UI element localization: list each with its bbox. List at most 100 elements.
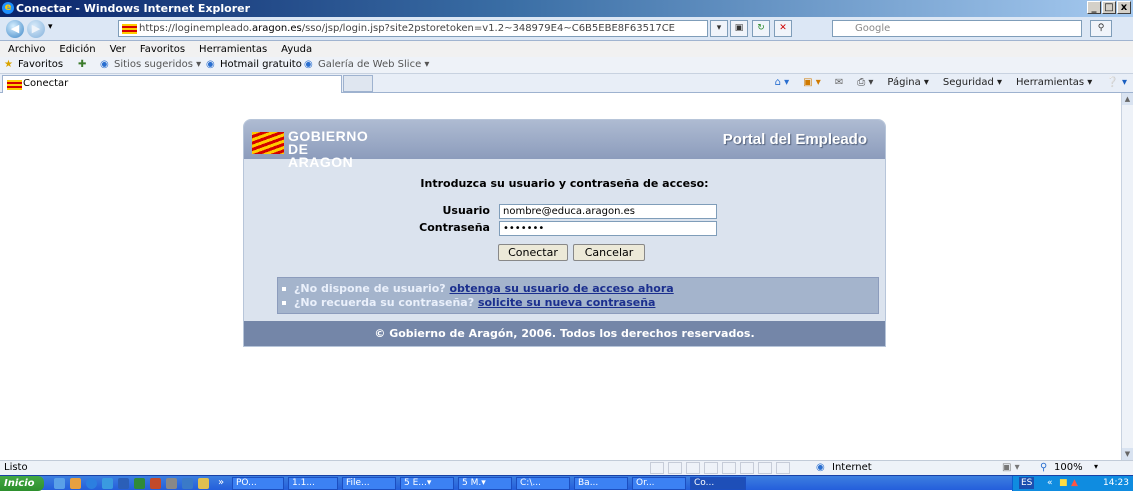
tools-menu[interactable]: Herramientas ▾ <box>1016 77 1092 88</box>
navigation-bar: ◀ ▶ ▾ https://loginempleado.aragon.es/ss… <box>0 17 1133 41</box>
new-tab-button[interactable] <box>343 75 373 92</box>
history-dropdown-icon[interactable]: ▾ <box>48 22 53 32</box>
home-icon[interactable]: ⌂ ▾ <box>775 77 790 88</box>
task-button[interactable]: 1.1... <box>288 477 338 490</box>
status-text: Listo <box>4 462 28 473</box>
zoom-dropdown-icon[interactable]: ▾ <box>1094 462 1098 471</box>
menu-archivo[interactable]: Archivo <box>8 44 45 55</box>
compatibility-icon[interactable]: ▣ <box>730 20 748 37</box>
page-content: GOBIERNO DE ARAGON Portal del Empleado I… <box>0 93 1121 460</box>
feeds-icon[interactable]: ▣ ▾ <box>803 77 821 88</box>
maximize-button[interactable]: □ <box>1102 1 1116 14</box>
stop-icon[interactable]: ✕ <box>774 20 792 37</box>
web-slice-gallery-link[interactable]: Galería de Web Slice ▾ <box>318 59 429 70</box>
suggested-sites-link[interactable]: Sitios sugeridos ▾ <box>114 59 201 70</box>
tray-expand-icon[interactable]: « <box>1047 476 1053 491</box>
search-icon[interactable]: ⚲ <box>1090 20 1112 37</box>
internet-zone-icon: ◉ <box>816 462 825 473</box>
tray-icon[interactable]: ■ <box>1059 476 1068 491</box>
menu-favoritos[interactable]: Favoritos <box>140 44 185 55</box>
quicklaunch-more-icon[interactable]: » <box>218 477 224 488</box>
address-bar[interactable]: https://loginempleado.aragon.es/sso/jsp/… <box>118 20 708 37</box>
get-user-link[interactable]: obtenga su usuario de acceso ahora <box>450 282 674 295</box>
login-prompt: Introduzca su usuario y contraseña de ac… <box>420 177 709 190</box>
logo-line-2: DE ARAGON <box>288 141 354 170</box>
panel-footer: © Gobierno de Aragón, 2006. Todos los de… <box>244 321 885 346</box>
status-segment <box>668 462 682 474</box>
task-button[interactable]: 5 M.▾ <box>458 477 512 490</box>
quicklaunch-icon[interactable] <box>166 478 177 489</box>
zoom-level[interactable]: 100% <box>1054 462 1083 473</box>
ie-logo-icon: e <box>2 2 14 14</box>
favorites-star-icon: ★ <box>4 59 13 70</box>
print-icon[interactable]: ⎙ ▾ <box>857 77 873 88</box>
protected-mode-icon[interactable]: ▣ ▾ <box>1002 462 1020 473</box>
quicklaunch-icon[interactable] <box>70 478 81 489</box>
hotmail-icon: ◉ <box>206 59 215 70</box>
vertical-scrollbar[interactable]: ▲ ▼ <box>1121 93 1133 460</box>
start-button[interactable]: Inicio <box>0 476 44 491</box>
security-menu[interactable]: Seguridad ▾ <box>943 77 1002 88</box>
word-quicklaunch-icon[interactable] <box>118 478 129 489</box>
request-password-link[interactable]: solicite su nueva contraseña <box>478 296 656 309</box>
task-button[interactable]: 5 E...▾ <box>400 477 454 490</box>
password-input[interactable]: ••••••• <box>499 221 717 236</box>
tab-conectar[interactable]: Conectar <box>2 75 342 93</box>
address-dropdown-icon[interactable]: ▾ <box>710 20 728 37</box>
task-button[interactable]: Ba... <box>574 477 628 490</box>
add-favorite-icon[interactable]: ✚ <box>78 59 86 70</box>
cancel-button[interactable]: Cancelar <box>573 244 645 261</box>
task-button[interactable]: PO... <box>232 477 284 490</box>
password-label: Contraseña <box>419 221 490 234</box>
task-button[interactable]: C:\... <box>516 477 570 490</box>
user-input[interactable] <box>499 204 717 219</box>
bullet-icon <box>282 301 286 305</box>
taskbar: Inicio » PO... 1.1... File... 5 E...▾ 5 … <box>0 475 1133 491</box>
panel-header: GOBIERNO DE ARAGON Portal del Empleado <box>244 120 885 169</box>
scroll-down-icon[interactable]: ▼ <box>1122 448 1133 460</box>
no-user-text: ¿No dispone de usuario? <box>294 282 446 295</box>
task-button[interactable]: Or... <box>632 477 686 490</box>
connect-button[interactable]: Conectar <box>498 244 568 261</box>
powerpoint-quicklaunch-icon[interactable] <box>150 478 161 489</box>
mail-icon[interactable]: ✉ <box>835 77 843 88</box>
menu-edicion[interactable]: Edición <box>59 44 95 55</box>
url-domain: aragon.es <box>251 23 302 34</box>
window-title: Conectar - Windows Internet Explorer <box>16 2 251 15</box>
scroll-up-icon[interactable]: ▲ <box>1122 93 1133 105</box>
close-button[interactable]: x <box>1117 1 1131 14</box>
help-icon[interactable]: ❔ ▾ <box>1106 77 1127 88</box>
menu-herramientas[interactable]: Herramientas <box>199 44 267 55</box>
back-icon[interactable]: ◀ <box>6 20 24 38</box>
tab-row: Conectar ⌂ ▾ ▣ ▾ ✉ ⎙ ▾ Página ▾ Segurida… <box>0 74 1133 93</box>
quicklaunch-icon[interactable] <box>86 478 97 489</box>
user-label: Usuario <box>442 204 491 217</box>
hotmail-link[interactable]: Hotmail gratuito <box>220 59 302 70</box>
tray-icon[interactable]: ▲ <box>1071 476 1078 491</box>
web-slice-icon: ◉ <box>304 59 313 70</box>
start-label: Inicio <box>4 478 35 489</box>
help-links-box: ¿No dispone de usuario? obtenga su usuar… <box>277 277 879 314</box>
menu-ayuda[interactable]: Ayuda <box>281 44 312 55</box>
forgot-password-text: ¿No recuerda su contraseña? <box>294 296 475 309</box>
portal-title: Portal del Empleado <box>722 131 867 148</box>
url-prefix: https://loginempleado. <box>139 23 252 34</box>
quicklaunch-icon[interactable] <box>182 478 193 489</box>
quicklaunch-icon[interactable] <box>54 478 65 489</box>
task-button[interactable]: File... <box>342 477 396 490</box>
folder-quicklaunch-icon[interactable] <box>198 478 209 489</box>
status-segment <box>758 462 772 474</box>
search-input[interactable]: Google <box>832 20 1082 37</box>
ie-quicklaunch-icon[interactable] <box>102 478 113 489</box>
system-tray: ES « ■ ▲ 14:23 <box>1012 476 1133 491</box>
zoom-icon[interactable]: ⚲ <box>1040 462 1047 473</box>
favorites-button[interactable]: Favoritos <box>18 59 63 70</box>
refresh-icon[interactable]: ↻ <box>752 20 770 37</box>
task-button-active[interactable]: Co... <box>690 477 746 490</box>
language-indicator[interactable]: ES <box>1019 477 1035 489</box>
minimize-button[interactable]: _ <box>1087 1 1101 14</box>
forward-icon[interactable]: ▶ <box>27 20 45 38</box>
excel-quicklaunch-icon[interactable] <box>134 478 145 489</box>
menu-ver[interactable]: Ver <box>110 44 126 55</box>
page-menu[interactable]: Página ▾ <box>887 77 929 88</box>
